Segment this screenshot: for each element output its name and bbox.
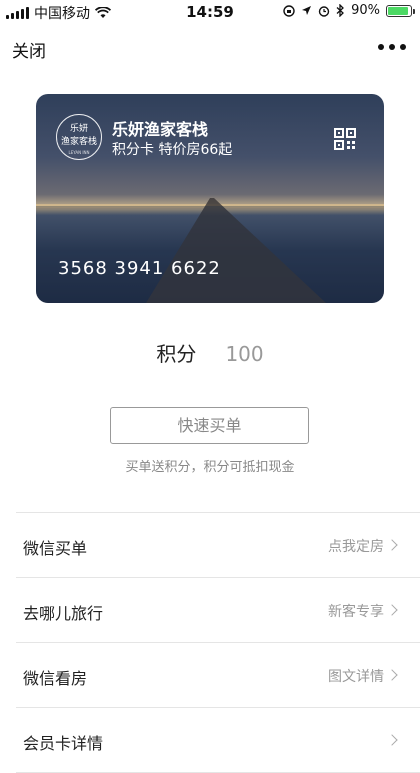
list-item-label: 会员卡详情 xyxy=(23,734,104,753)
close-button[interactable]: 关闭 xyxy=(12,37,46,62)
list-item-detail: 点我定房 xyxy=(328,539,384,555)
card-number: 3568 3941 6622 xyxy=(58,258,221,279)
card-logo: 乐妍 渔家客栈 LEYAN INN xyxy=(56,114,102,160)
list-item-qunar-travel[interactable]: 去哪儿旅行 新客专享 xyxy=(16,578,420,643)
alarm-icon xyxy=(318,5,330,17)
qr-code-icon[interactable] xyxy=(334,128,356,150)
chevron-right-icon xyxy=(386,604,398,616)
quick-buy-button[interactable]: 快速买单 xyxy=(110,407,309,444)
points-value: 100 xyxy=(225,342,264,366)
list-item-label: 微信看房 xyxy=(23,669,88,688)
more-icon[interactable] xyxy=(378,44,406,50)
logo-line2: 渔家客栈 xyxy=(60,137,97,147)
points-section: 积分 100 xyxy=(0,338,420,367)
list-item-wechat-view-room[interactable]: 微信看房 图文详情 xyxy=(16,643,420,708)
status-bar: 中国移动 14:59 90% xyxy=(0,0,420,24)
lock-rotation-icon xyxy=(283,4,295,17)
nav-bar: 关闭 xyxy=(0,30,420,66)
battery-icon xyxy=(386,4,415,17)
bluetooth-icon xyxy=(336,4,345,17)
chevron-right-icon xyxy=(386,734,398,746)
card-title: 乐妍渔家客栈 xyxy=(112,120,209,139)
logo-line1: 乐妍 xyxy=(69,124,88,134)
chevron-right-icon xyxy=(386,669,398,681)
list-item-label: 微信买单 xyxy=(23,539,88,558)
list-item-detail: 图文详情 xyxy=(328,669,384,685)
card-subtitle: 积分卡 特价房66起 xyxy=(112,142,233,158)
battery-percent: 90% xyxy=(351,3,380,18)
points-hint: 买单送积分，积分可抵扣现金 xyxy=(125,460,295,475)
list-item-detail: 新客专享 xyxy=(328,604,384,620)
list-item-wechat-pay[interactable]: 微信买单 点我定房 xyxy=(16,513,420,578)
chevron-right-icon xyxy=(386,539,398,551)
list-item-card-details[interactable]: 会员卡详情 xyxy=(16,708,420,773)
points-label: 积分 xyxy=(156,342,197,366)
logo-small: LEYAN INN xyxy=(68,150,90,155)
list-item-label: 去哪儿旅行 xyxy=(23,604,104,623)
status-right: 90% xyxy=(283,3,415,18)
menu-list: 微信买单 点我定房 去哪儿旅行 新客专享 微信看房 图文详情 会员卡详情 xyxy=(16,512,420,773)
battery-fill xyxy=(388,6,408,15)
member-card[interactable]: 乐妍 渔家客栈 LEYAN INN 乐妍渔家客栈 积分卡 特价房66起 3568… xyxy=(36,94,384,303)
location-icon xyxy=(302,6,312,15)
